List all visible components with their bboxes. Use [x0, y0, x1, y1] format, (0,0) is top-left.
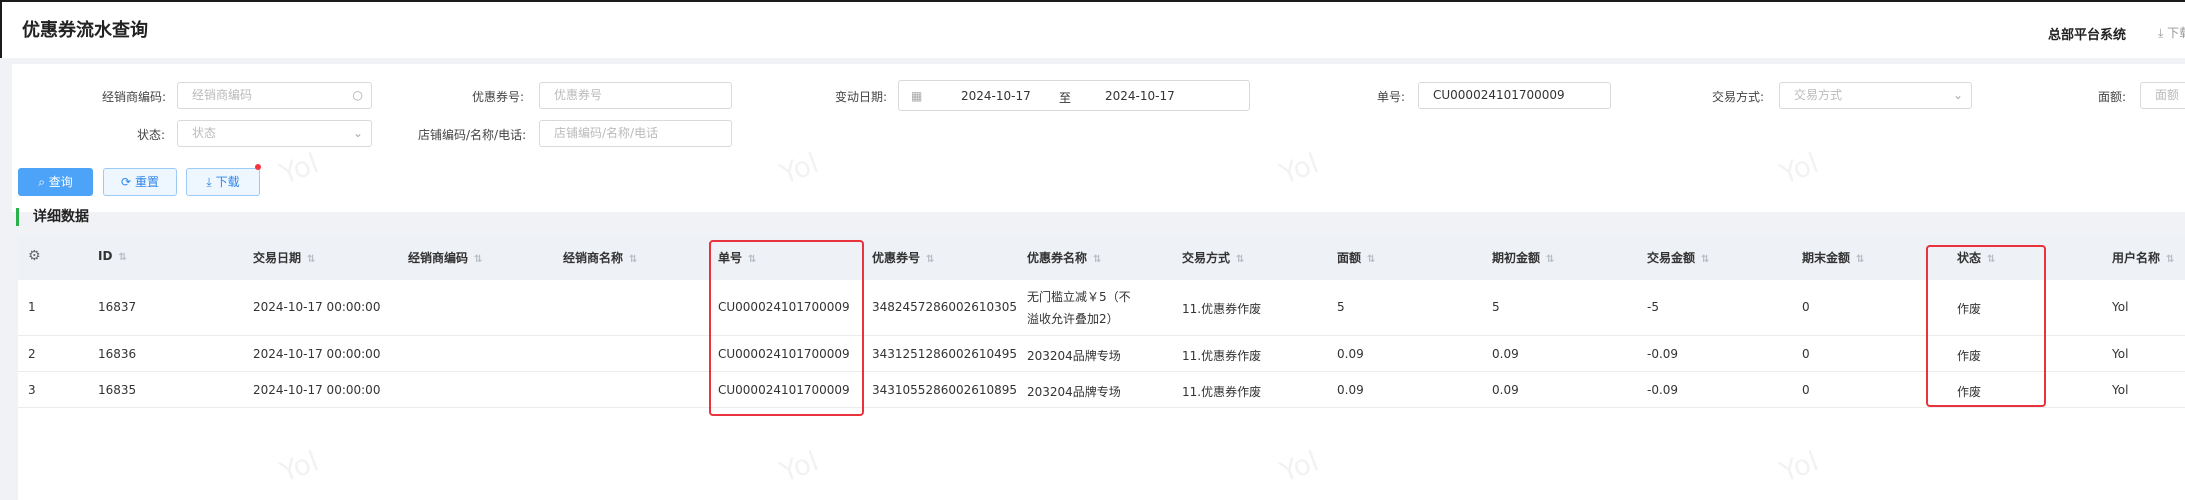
cell-trade-amount: -5	[1647, 300, 1659, 314]
face-value-input[interactable]: 面额	[2140, 82, 2185, 109]
cell-trade-date: 2024-10-17 00:00:00	[253, 383, 381, 397]
cell-coupon-no: 3431055286002610895	[872, 383, 1018, 397]
refresh-icon: ⟳	[121, 175, 132, 189]
col-dealer-code[interactable]: 经销商编码 ⇅	[408, 249, 482, 266]
trade-method-select[interactable]: 交易方式 ⌄	[1779, 82, 1972, 109]
change-date-range[interactable]: ▦ 2024-10-17 至 2024-10-17	[898, 80, 1250, 111]
cell-user-name: Yol	[2112, 347, 2129, 361]
search-icon: ⌕	[38, 175, 45, 189]
calendar-icon: ▦	[911, 89, 923, 103]
order-no-column-highlight	[709, 240, 864, 416]
col-coupon-name[interactable]: 优惠券名称 ⇅	[1027, 249, 1101, 266]
platform-switcher[interactable]: 总部平台系统	[2048, 24, 2126, 43]
cell-id: 16835	[98, 383, 137, 397]
cell-trade-date: 2024-10-17 00:00:00	[253, 347, 381, 361]
section-title: 详细数据	[16, 208, 89, 226]
cell-coupon-no: 3482457286002610305	[872, 300, 1018, 314]
download-button[interactable]: ⤓ 下载	[186, 168, 260, 196]
cell-trade-method: 11.优惠券作废	[1182, 385, 1262, 399]
coupon-no-label: 优惠券号:	[472, 90, 525, 104]
table-header: ⚙ ID ⇅ 交易日期 ⇅ 经销商编码 ⇅ 经销商名称 ⇅ 单号 ⇅ 优惠券号 ⇅ 优惠券名…	[18, 236, 2185, 280]
reset-button-label: 重置	[134, 175, 159, 189]
cell-coupon-name: 203204品牌专场	[1027, 349, 1121, 363]
cell-trade-method: 11.优惠券作废	[1182, 349, 1262, 363]
trade-method-label: 交易方式:	[1712, 90, 1765, 104]
cell-trade-date: 2024-10-17 00:00:00	[253, 300, 381, 314]
data-table: ⚙ ID ⇅ 交易日期 ⇅ 经销商编码 ⇅ 经销商名称 ⇅ 单号 ⇅ 优惠券号 ⇅ 优惠券名…	[18, 236, 2185, 500]
row-index: 2	[28, 347, 36, 361]
filter-panel: 经销商编码: 经销商编码 ○ 优惠券号: 优惠券号 变动日期: ▦ 2024-1…	[12, 64, 2185, 212]
col-closing-amount[interactable]: 期末金额 ⇅	[1802, 249, 1864, 266]
cell-face-value: 5	[1337, 300, 1345, 314]
cell-id: 16837	[98, 300, 137, 314]
download-icon: ⤓	[206, 175, 212, 189]
col-id[interactable]: ID ⇅	[98, 249, 127, 263]
row-index: 1	[28, 300, 36, 314]
status-column-highlight	[1926, 245, 2046, 407]
col-user-name[interactable]: 用户名称 ⇅	[2112, 249, 2174, 266]
table-row[interactable]: 2 16836 2024-10-17 00:00:00 CU0000241017…	[18, 336, 2185, 372]
date-start[interactable]: 2024-10-17	[961, 89, 1031, 103]
status-select[interactable]: 状态 ⌄	[177, 120, 372, 147]
download-button-label: 下载	[215, 175, 240, 189]
date-separator: 至	[1059, 91, 1072, 105]
date-end[interactable]: 2024-10-17	[1105, 89, 1175, 103]
cell-trade-method: 11.优惠券作废	[1182, 302, 1262, 316]
cell-coupon-name: 无门槛立减￥5（不溢收允许叠加2）	[1027, 290, 1131, 326]
cell-opening-amount: 5	[1492, 300, 1500, 314]
cell-coupon-name: 203204品牌专场	[1027, 385, 1121, 399]
status-label: 状态:	[137, 128, 166, 142]
cell-face-value: 0.09	[1337, 383, 1364, 397]
cell-closing-amount: 0	[1802, 347, 1810, 361]
cell-face-value: 0.09	[1337, 347, 1364, 361]
cell-trade-amount: -0.09	[1647, 383, 1679, 397]
col-coupon-no[interactable]: 优惠券号 ⇅	[872, 249, 934, 266]
order-no-label: 单号:	[1377, 90, 1406, 104]
dealer-code-label: 经销商编码:	[102, 90, 167, 104]
cell-user-name: Yol	[2112, 383, 2129, 397]
table-row[interactable]: 3 16835 2024-10-17 00:00:00 CU0000241017…	[18, 372, 2185, 408]
col-trade-amount[interactable]: 交易金额 ⇅	[1647, 249, 1709, 266]
chevron-down-icon: ⌄	[1952, 88, 1963, 102]
search-icon[interactable]: ○	[353, 83, 363, 108]
change-date-label: 变动日期:	[835, 90, 888, 104]
col-dealer-name[interactable]: 经销商名称 ⇅	[563, 249, 637, 266]
status-placeholder: 状态	[192, 126, 217, 140]
notification-dot	[255, 164, 261, 170]
cell-id: 16836	[98, 347, 137, 361]
cell-opening-amount: 0.09	[1492, 383, 1519, 397]
dealer-code-placeholder: 经销商编码	[192, 88, 253, 102]
reset-button[interactable]: ⟳ 重置	[103, 168, 177, 196]
col-face-value[interactable]: 面额 ⇅	[1337, 249, 1375, 266]
dealer-code-input[interactable]: 经销商编码 ○	[177, 82, 372, 109]
col-opening-amount[interactable]: 期初金额 ⇅	[1492, 249, 1554, 266]
coupon-no-input[interactable]: 优惠券号	[539, 82, 732, 109]
col-trade-method[interactable]: 交易方式 ⇅	[1182, 249, 1244, 266]
cell-closing-amount: 0	[1802, 383, 1810, 397]
page-header: 优惠券流水查询 总部平台系统 ⤓ 下载	[0, 0, 2185, 58]
trade-method-placeholder: 交易方式	[1794, 88, 1843, 102]
settings-gear-icon[interactable]: ⚙	[28, 248, 41, 264]
cell-closing-amount: 0	[1802, 300, 1810, 314]
face-value-label: 面额:	[2098, 90, 2127, 104]
header-download-link[interactable]: ⤓ 下载	[2158, 24, 2185, 41]
cell-coupon-no: 3431251286002610495	[872, 347, 1018, 361]
query-button[interactable]: ⌕ 查询	[18, 168, 93, 196]
cell-opening-amount: 0.09	[1492, 347, 1519, 361]
cell-trade-amount: -0.09	[1647, 347, 1679, 361]
col-trade-date[interactable]: 交易日期 ⇅	[253, 249, 315, 266]
cell-user-name: Yol	[2112, 300, 2129, 314]
chevron-down-icon: ⌄	[352, 126, 363, 140]
table-row[interactable]: 1 16837 2024-10-17 00:00:00 CU0000241017…	[18, 280, 2185, 336]
store-label: 店铺编码/名称/电话:	[418, 128, 527, 142]
store-input[interactable]: 店铺编码/名称/电话	[539, 120, 732, 147]
page: 优惠券流水查询 总部平台系统 ⤓ 下载 经销商编码: 经销商编码 ○ 优惠券号:…	[0, 0, 2185, 500]
query-button-label: 查询	[48, 175, 73, 189]
order-no-input[interactable]: CU000024101700009	[1418, 82, 1611, 109]
page-title: 优惠券流水查询	[22, 20, 148, 41]
row-index: 3	[28, 383, 36, 397]
